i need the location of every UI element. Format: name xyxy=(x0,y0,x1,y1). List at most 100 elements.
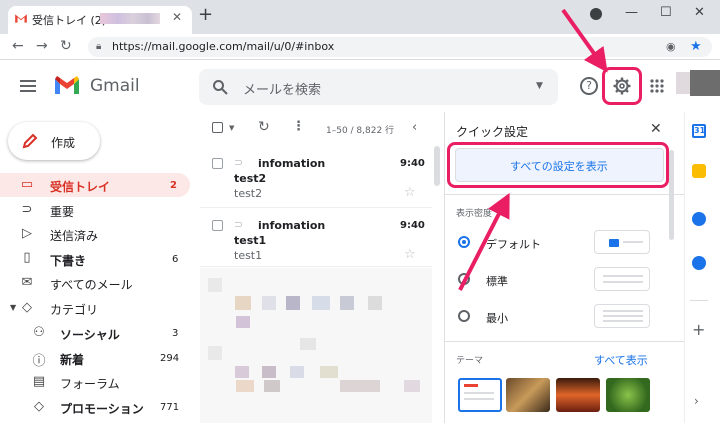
draft-icon: ▯ xyxy=(23,250,31,265)
message-subject: test2 xyxy=(234,172,267,185)
message-snippet: test2 xyxy=(234,187,263,200)
more-options-icon[interactable]: ⋮ xyxy=(292,119,305,134)
density-section-title: 表示密度 xyxy=(456,209,493,219)
message-time: 9:40 xyxy=(400,158,425,169)
divider xyxy=(444,194,684,195)
close-quick-settings-icon[interactable]: ✕ xyxy=(650,121,662,137)
search-options-icon[interactable]: ▼ xyxy=(536,81,543,91)
sidebar-item-label: 下書き xyxy=(50,254,87,268)
show-all-settings-highlight xyxy=(447,142,669,188)
window-close-icon[interactable]: ✕ xyxy=(694,5,705,20)
info-icon: ⓘ xyxy=(32,354,46,369)
star-icon[interactable]: ☆ xyxy=(404,185,416,200)
density-compact-preview[interactable] xyxy=(594,304,650,328)
divider xyxy=(444,341,684,342)
message-snippet: test1 xyxy=(234,249,263,262)
density-normal-radio[interactable] xyxy=(458,273,470,285)
density-option-label: 最小 xyxy=(486,312,508,325)
gmail-wordmark: Gmail xyxy=(90,76,140,96)
eye-icon[interactable]: ◉ xyxy=(666,40,676,53)
sidebar-item-label: フォーラム xyxy=(60,377,120,391)
reload-icon[interactable]: ↻ xyxy=(60,39,72,53)
message-sender: infomation xyxy=(258,157,326,170)
density-compact-radio[interactable] xyxy=(458,310,470,322)
keep-icon[interactable] xyxy=(692,164,706,178)
sidebar-item-label: 新着 xyxy=(60,353,85,367)
select-all-checkbox[interactable] xyxy=(212,122,223,133)
minimize-icon[interactable]: — xyxy=(625,5,638,20)
rail-divider xyxy=(690,300,708,301)
theme-thumbnail-nature[interactable] xyxy=(606,378,650,412)
sidebar-item-label: 重要 xyxy=(50,205,75,219)
back-icon[interactable]: ← xyxy=(12,39,24,53)
add-addon-icon[interactable]: + xyxy=(692,320,705,339)
search-input[interactable]: メールを検索 xyxy=(243,79,321,98)
search-icon[interactable] xyxy=(212,79,228,95)
important-icon: ⊃ xyxy=(21,202,33,217)
browser-tab[interactable]: 受信トレイ (2) - ✕ xyxy=(8,6,192,34)
theme-thumbnail-sunset[interactable] xyxy=(556,378,600,412)
compose-pencil-icon xyxy=(22,133,38,149)
all-mail-icon: ✉ xyxy=(21,275,33,290)
send-icon: ▷ xyxy=(22,226,32,241)
density-default-preview[interactable] xyxy=(594,230,650,254)
sidebar-item-label: すべてのメール xyxy=(50,278,133,292)
maximize-icon[interactable]: ☐ xyxy=(660,5,672,20)
select-dropdown-icon[interactable]: ▼ xyxy=(229,124,234,132)
blurred-message-list xyxy=(200,268,432,423)
pane-scrollbar[interactable] xyxy=(669,150,674,240)
forward-icon[interactable]: → xyxy=(36,39,48,53)
sidebar-item-label: プロモーション xyxy=(60,402,144,416)
theme-show-all-link[interactable]: すべて表示 xyxy=(594,352,648,368)
prev-page-icon[interactable]: ‹ xyxy=(412,120,417,135)
tasks-icon[interactable] xyxy=(692,212,706,226)
gmail-favicon-icon xyxy=(15,14,27,23)
pagination-range: 1–50 / 8,822 行 xyxy=(326,126,395,136)
calendar-icon[interactable]: 31 xyxy=(692,124,706,138)
density-option-label: 標準 xyxy=(486,275,508,288)
density-default-radio[interactable] xyxy=(458,236,470,248)
sidebar-item-label: 受信トレイ xyxy=(50,180,111,194)
row-checkbox[interactable] xyxy=(212,220,223,231)
help-icon[interactable]: ? xyxy=(580,77,598,95)
promotion-icon: ◇ xyxy=(34,399,44,414)
account-avatar-blurred xyxy=(690,70,720,96)
main-menu-icon[interactable] xyxy=(20,80,36,92)
settings-highlight-box xyxy=(602,67,642,105)
theme-thumbnail-chess[interactable] xyxy=(506,378,550,412)
importance-marker-icon[interactable]: ⊃ xyxy=(234,218,243,231)
density-normal-preview[interactable] xyxy=(594,267,650,291)
tab-title-blurred xyxy=(100,13,160,24)
gmail-logo-icon[interactable] xyxy=(54,75,80,95)
apps-grid-icon[interactable] xyxy=(650,79,664,93)
theme-section-title: テーマ xyxy=(456,356,484,366)
sidebar-item-label: 送信済み xyxy=(50,229,99,243)
bookmark-star-icon[interactable]: ★ xyxy=(690,39,702,54)
forum-icon: ▤ xyxy=(32,374,46,389)
sidebar-item-label: ソーシャル xyxy=(60,328,120,342)
new-tab-button[interactable]: + xyxy=(198,6,213,24)
profile-dropdown-icon[interactable] xyxy=(590,8,602,20)
message-sender: infomation xyxy=(258,219,326,232)
row-checkbox[interactable] xyxy=(212,158,223,169)
message-time: 9:40 xyxy=(400,220,425,231)
inbox-icon: ▭ xyxy=(20,177,34,192)
density-option-label: デフォルト xyxy=(486,238,541,251)
expand-rail-icon[interactable]: › xyxy=(694,394,699,408)
theme-thumbnail-default[interactable] xyxy=(458,378,502,412)
importance-marker-icon[interactable]: ⊃ xyxy=(234,156,243,169)
url-text[interactable]: https://mail.google.com/mail/u/0/#inbox xyxy=(112,40,334,53)
quick-settings-title: クイック設定 xyxy=(456,125,529,139)
contacts-icon[interactable] xyxy=(692,256,706,270)
compose-label: 作成 xyxy=(51,136,76,150)
message-subject: test1 xyxy=(234,234,267,247)
label-icon: ◇ xyxy=(22,300,32,315)
mail-list-toolbar xyxy=(205,116,435,142)
list-scrollbar[interactable] xyxy=(434,146,440,186)
sidebar-item-label: カテゴリ xyxy=(50,303,99,317)
refresh-icon[interactable]: ↻ xyxy=(258,119,270,135)
social-icon: ⚇ xyxy=(33,325,45,340)
close-tab-icon[interactable]: ✕ xyxy=(172,10,182,24)
star-icon[interactable]: ☆ xyxy=(404,247,416,262)
lock-icon: 🔒︎ xyxy=(96,41,102,52)
